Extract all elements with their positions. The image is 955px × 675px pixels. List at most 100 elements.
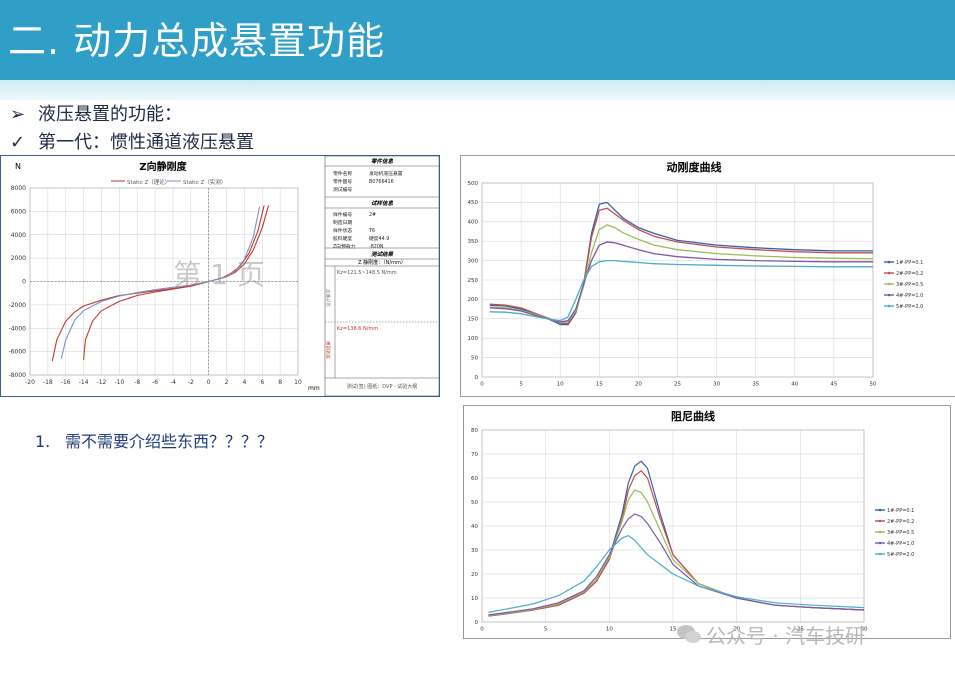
y-tick-label: 40 [471,524,478,530]
x-tick-label: -20 [25,379,35,386]
legend-marker [887,282,891,286]
x-tick-label: -10 [114,379,124,386]
legend-label: 2#-PP=0.2 [896,271,923,277]
y-tick-label: 500 [468,181,479,187]
x-tick-label: 15 [596,382,603,388]
y-tick-label: 0 [22,279,26,286]
legend-label: 3#-PP=0.5 [887,530,914,536]
sample-info-value: 硬度44.9 [369,235,389,242]
sample-info-key: Z向预载力 [333,243,356,250]
y-tick-label: -6000 [9,349,27,356]
dynamic-stiffness-panel: 动刚度曲线 0 5 10 15 20 25 30 35 40 45 50 0 50 100 150 200 25… [460,155,955,397]
y-tick-label: 4000 [11,232,26,239]
legend-marker [878,530,882,534]
x-tick-label: 0 [480,627,484,633]
x-tick-label: 20 [635,382,642,388]
note-text: 需不需要介绍些东西？？？？ [65,432,274,451]
x-tick-label: -2 [188,379,194,386]
x-tick-label: 0 [207,379,211,386]
legend-label-measured: Static Z（实测） [183,178,226,186]
sample-info-value: 2# [369,212,376,218]
x-tick-label: 5 [544,627,548,633]
checkmark-bullet-icon: ✓ [10,132,26,153]
part-info-key: 零件名称 [333,170,352,177]
x-tick-label: -4 [170,379,176,386]
x-tick-label: -8 [134,379,140,386]
sample-info-key: 制造日期 [333,219,352,226]
static-stiffness-report: N Z向静刚度 Static Z（理论） Static Z（实测） mm -20… [0,155,440,397]
bullet-text: 第一代：惯性通道液压悬置 [38,132,254,153]
legend-label: 1#-PP=0.1 [896,260,923,266]
x-tick-label: 10 [294,379,302,386]
y-tick-label: 200 [468,297,479,303]
part-info-value: B0766416 [369,179,394,185]
x-tick-label: 10 [557,382,564,388]
x-tick-label: 30 [713,382,720,388]
watermark: 公众号 · 汽车技研 [672,620,865,649]
dynamic-stiffness-chart: 动刚度曲线 0 5 10 15 20 25 30 35 40 45 5005010015020025… [468,160,924,388]
legend-marker [887,293,891,297]
y-tick-label: 400 [468,220,479,226]
y-tick-label: 80 [471,428,478,434]
static-stiffness-chart: N Z向静刚度 Static Z（理论） Static Z（实测） mm -20… [9,155,440,397]
y-tick-label: 60 [471,476,478,482]
x-tick-label: -6 [152,379,158,386]
page-stamp: 第 1 页 [173,258,265,291]
chart-title: Z向静刚度 [139,160,187,173]
y-tick-label: 0 [475,375,479,381]
sample-info-value: -820N [369,244,384,250]
legend-marker [878,508,882,512]
legend-marker [878,519,882,523]
y-tick-label: 250 [468,278,479,284]
y-tick-label: 50 [471,355,478,361]
chart-title: 阻尼曲线 [671,409,715,423]
part-info-key: 零件图号 [333,178,352,185]
legend-label: 5#-PP=2.0 [896,304,923,310]
bullet-text: 液压悬置的功能： [38,104,182,125]
legend-label: 4#-PP=1.0 [896,293,923,299]
spec-label: 设计要求 [325,289,332,307]
info-footer: 测试(签) 图纸：DVP · 试验大纲 [347,383,417,390]
bullet-first-generation: ✓ 第一代：惯性通道液压悬置 [10,128,254,154]
spec-value: Kz=121.5~148.5 N/mm [337,270,397,276]
part-info-value: 发动机液压悬置 [369,170,403,177]
legend-label: 4#-PP=1.0 [887,541,914,547]
y-tick-label: 6000 [11,208,26,215]
x-tick-label: 25 [674,382,681,388]
note-number: 1. [35,432,51,451]
legend-marker [887,271,891,275]
part-info-header: 零件信息 [371,158,394,165]
damping-chart: 阻尼曲线 0 5 10 15 20 25 30010203040506070801#-PP=… [471,409,914,633]
x-tick-label: 2 [225,379,229,386]
x-tick-label: 6 [260,379,264,386]
sample-info-header: 试样信息 [371,200,394,207]
result-header: 测试结果 [371,251,394,258]
stiffness-title: Z 静刚度：（N/mm） [358,259,406,266]
y-tick-label: 10 [471,596,478,602]
header-divider [0,80,955,100]
y-axis-label: N [15,162,21,171]
page-title: 二. 动力总成悬置功能 [8,19,386,63]
watermark-text: 公众号 · 汽车技研 [706,624,866,648]
legend-label: 3#-PP=0.5 [896,282,923,288]
x-tick-label: 40 [791,382,798,388]
numbered-note: 1. 需不需要介绍些东西？？？？ [35,428,273,452]
legend-marker [878,552,882,556]
part-info-key: 测试编号 [333,186,352,193]
damping-panel: 阻尼曲线 0 5 10 15 20 25 30 0 10 20 30 40 50 60 70 80 1#-PP=… [463,405,951,639]
x-tick-label: 0 [480,382,484,388]
x-tick-label: -16 [61,379,71,386]
y-tick-label: 350 [468,239,479,245]
sample-info-key: 样件编号 [333,211,352,218]
y-tick-label: 450 [468,200,479,206]
x-tick-label: 45 [830,382,837,388]
legend-marker [878,541,882,545]
x-tick-label: 8 [278,379,282,386]
y-tick-label: 30 [471,548,478,554]
x-tick-label: 35 [752,382,759,388]
y-tick-label: -4000 [9,325,27,332]
y-tick-label: 300 [468,258,479,264]
arrow-bullet-icon: ➢ [10,104,26,125]
legend-label: 1#-PP=0.1 [887,508,914,514]
legend-marker [887,260,891,264]
